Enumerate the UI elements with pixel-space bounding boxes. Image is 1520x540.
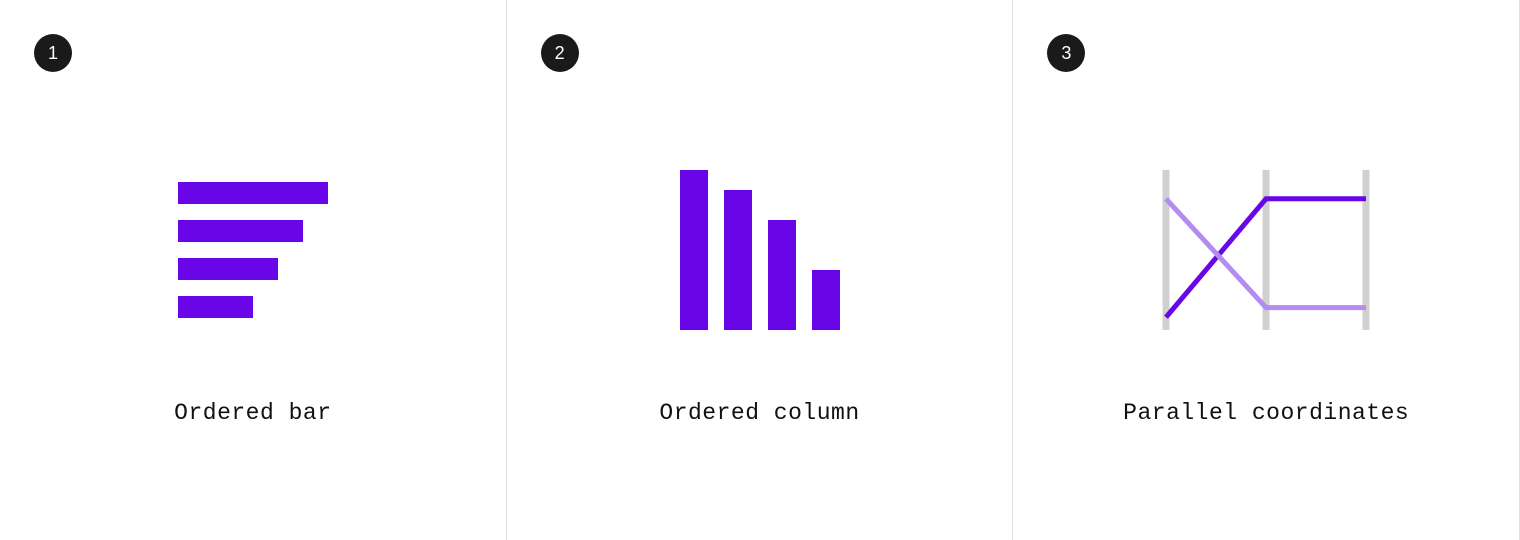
column-segment	[680, 170, 708, 330]
column-segment	[768, 220, 796, 330]
panel-number-badge: 3	[1047, 34, 1085, 72]
chart-type-panel: 3 Parallel coordinates	[1013, 0, 1520, 540]
bar-segment	[178, 258, 278, 280]
chart-type-label: Ordered bar	[174, 400, 331, 426]
chart-type-label: Parallel coordinates	[1123, 400, 1409, 426]
bar-segment	[178, 220, 303, 242]
column-segment	[812, 270, 840, 330]
ordered-bar-icon	[178, 150, 328, 350]
panel-number-badge: 2	[541, 34, 579, 72]
parallel-coordinates-icon	[1156, 150, 1376, 350]
bar-segment	[178, 296, 253, 318]
chart-type-panel: 1 Ordered bar	[0, 0, 507, 540]
bar-segment	[178, 182, 328, 204]
ordered-column-icon	[680, 150, 840, 350]
chart-type-panel: 2 Ordered column	[507, 0, 1014, 540]
panel-number-badge: 1	[34, 34, 72, 72]
column-segment	[724, 190, 752, 330]
chart-type-label: Ordered column	[659, 400, 859, 426]
